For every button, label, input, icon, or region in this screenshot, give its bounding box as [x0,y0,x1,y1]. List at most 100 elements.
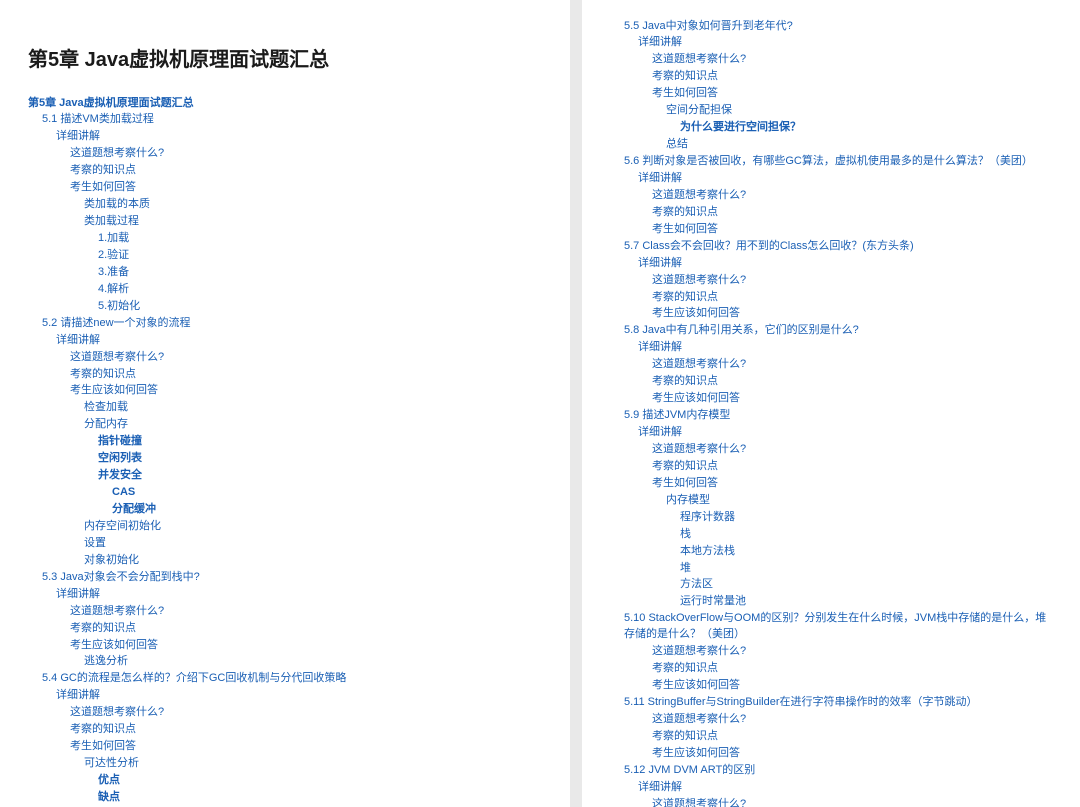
toc-link[interactable]: 考察的知识点 [652,459,718,475]
toc-link[interactable]: 考生应该如何回答 [70,383,158,399]
toc-item: 5.6 判断对象是否被回收，有哪些GC算法，虚拟机使用最多的是什么算法？（美团） [624,154,1052,171]
toc-item: 5.1 描述VM类加载过程 [42,112,542,129]
toc-link[interactable]: 这道题想考察什么? [652,644,746,660]
toc-link[interactable]: CAS [112,485,135,501]
toc-link[interactable]: 考生应该如何回答 [652,306,740,322]
toc-link[interactable]: 这道题想考察什么? [652,52,746,68]
toc-item: 详细讲解 [638,425,1052,442]
toc-link[interactable]: 2.验证 [98,248,129,264]
toc-link[interactable]: 详细讲解 [638,35,682,51]
toc-item: 考察的知识点 [70,163,542,180]
toc-link[interactable]: 这道题想考察什么? [70,350,164,366]
toc-link[interactable]: 5.1 描述VM类加载过程 [42,112,154,128]
toc-link[interactable]: 逃逸分析 [84,654,128,670]
toc-link[interactable]: 栈 [680,527,691,543]
toc-link[interactable]: 这道题想考察什么? [70,146,164,162]
toc-link[interactable]: 设置 [84,536,106,552]
toc-link[interactable]: 5.10 StackOverFlow与OOM的区别？分别发生在什么时候，JVM栈… [624,611,1052,643]
toc-link[interactable]: 检查加载 [84,400,128,416]
toc-link[interactable]: 考察的知识点 [70,367,136,383]
toc-item: 方法区 [680,577,1052,594]
toc-link[interactable]: 运行时常量池 [680,594,746,610]
toc-link[interactable]: 详细讲解 [638,256,682,272]
toc-link[interactable]: 分配缓冲 [112,502,156,518]
toc-link[interactable]: 这道题想考察什么? [652,357,746,373]
toc-link[interactable]: 1.加载 [98,231,129,247]
toc-link[interactable]: 为什么要进行空间担保？ [680,120,801,136]
toc-link[interactable]: 详细讲解 [56,129,100,145]
toc-link[interactable]: 详细讲解 [56,333,100,349]
toc-link[interactable]: 这道题想考察什么? [70,604,164,620]
toc-link[interactable]: 考生应该如何回答 [652,678,740,694]
toc-link[interactable]: 5.初始化 [98,299,140,315]
toc-link[interactable]: 缺点 [98,790,120,806]
toc-link[interactable]: 总结 [666,137,688,153]
toc-link[interactable]: 考生应该如何回答 [652,746,740,762]
toc-left-column: 第5章 Java虚拟机原理面试题汇总 5.1 描述VM类加载过程详细讲解这道题想… [28,95,542,807]
toc-link[interactable]: 程序计数器 [680,510,735,526]
toc-link[interactable]: 5.2 请描述new一个对象的流程 [42,316,191,332]
toc-link[interactable]: 5.12 JVM DVM ART的区别 [624,763,755,779]
toc-link[interactable]: 详细讲解 [56,688,100,704]
toc-link[interactable]: 考察的知识点 [652,729,718,745]
toc-link[interactable]: 内存空间初始化 [84,519,161,535]
toc-item: 详细讲解 [56,129,542,146]
toc-item: 考生如何回答 [652,86,1052,103]
toc-link[interactable]: 考察的知识点 [652,69,718,85]
toc-link[interactable]: 考察的知识点 [70,163,136,179]
toc-link[interactable]: 3.准备 [98,265,129,281]
toc-link[interactable]: 这道题想考察什么? [652,188,746,204]
toc-link[interactable]: 详细讲解 [638,425,682,441]
toc-link[interactable]: 考生如何回答 [652,222,718,238]
toc-link[interactable]: 并发安全 [98,468,142,484]
toc-link[interactable]: 5.4 GC的流程是怎么样的？介绍下GC回收机制与分代回收策略 [42,671,346,687]
toc-item: 这道题想考察什么? [70,603,542,620]
toc-link[interactable]: 本地方法栈 [680,544,735,560]
toc-link[interactable]: 5.5 Java中对象如何晋升到老年代? [624,19,793,35]
toc-link[interactable]: 内存模型 [666,493,710,509]
toc-link[interactable]: 考生应该如何回答 [70,638,158,654]
toc-link[interactable]: 详细讲解 [638,340,682,356]
toc-link[interactable]: 考察的知识点 [652,661,718,677]
toc-link[interactable]: 指针碰撞 [98,434,142,450]
toc-link[interactable]: 这道题想考察什么? [652,442,746,458]
toc-link[interactable]: 详细讲解 [638,780,682,796]
toc-link[interactable]: 考察的知识点 [652,205,718,221]
toc-link[interactable]: 考察的知识点 [652,290,718,306]
toc-link[interactable]: 空间分配担保 [666,103,732,119]
toc-link[interactable]: 这道题想考察什么? [652,273,746,289]
toc-link[interactable]: 优点 [98,773,120,789]
toc-link[interactable]: 5.8 Java中有几种引用关系，它们的区别是什么? [624,323,859,339]
toc-link[interactable]: 5.3 Java对象会不会分配到栈中? [42,570,200,586]
toc-link[interactable]: 考生如何回答 [652,476,718,492]
toc-link[interactable]: 对象初始化 [84,553,139,569]
toc-link[interactable]: 方法区 [680,577,713,593]
toc-link[interactable]: 5.9 描述JVM内存模型 [624,408,730,424]
toc-link[interactable]: 详细讲解 [638,171,682,187]
toc-link[interactable]: 空闲列表 [98,451,142,467]
toc-link[interactable]: 堆 [680,561,691,577]
toc-root-link[interactable]: 第5章 Java虚拟机原理面试题汇总 [28,96,194,112]
toc-link[interactable]: 分配内存 [84,417,128,433]
toc-item: 5.3 Java对象会不会分配到栈中? [42,569,542,586]
toc-link[interactable]: 5.11 StringBuffer与StringBuilder在进行字符串操作时… [624,695,978,711]
toc-link[interactable]: 考生如何回答 [70,739,136,755]
toc-item: 5.5 Java中对象如何晋升到老年代? [624,18,1052,35]
toc-link[interactable]: 考察的知识点 [70,722,136,738]
toc-link[interactable]: 这道题想考察什么? [70,705,164,721]
toc-link[interactable]: 考生如何回答 [70,180,136,196]
toc-link[interactable]: 4.解析 [98,282,129,298]
toc-link[interactable]: 这道题想考察什么? [652,712,746,728]
toc-link[interactable]: 考察的知识点 [652,374,718,390]
toc-link[interactable]: 5.6 判断对象是否被回收，有哪些GC算法，虚拟机使用最多的是什么算法？（美团） [624,154,1033,170]
toc-link[interactable]: 考生应该如何回答 [652,391,740,407]
toc-link[interactable]: 可达性分析 [84,756,139,772]
toc-link[interactable]: 这道题想考察什么? [652,797,746,807]
toc-link[interactable]: 考察的知识点 [70,621,136,637]
toc-link[interactable]: 详细讲解 [56,587,100,603]
toc-link[interactable]: 5.7 Class会不会回收？用不到的Class怎么回收？(东方头条) [624,239,914,255]
toc-link[interactable]: 类加载过程 [84,214,139,230]
toc-item: 3.准备 [98,264,542,281]
toc-link[interactable]: 类加载的本质 [84,197,150,213]
toc-link[interactable]: 考生如何回答 [652,86,718,102]
